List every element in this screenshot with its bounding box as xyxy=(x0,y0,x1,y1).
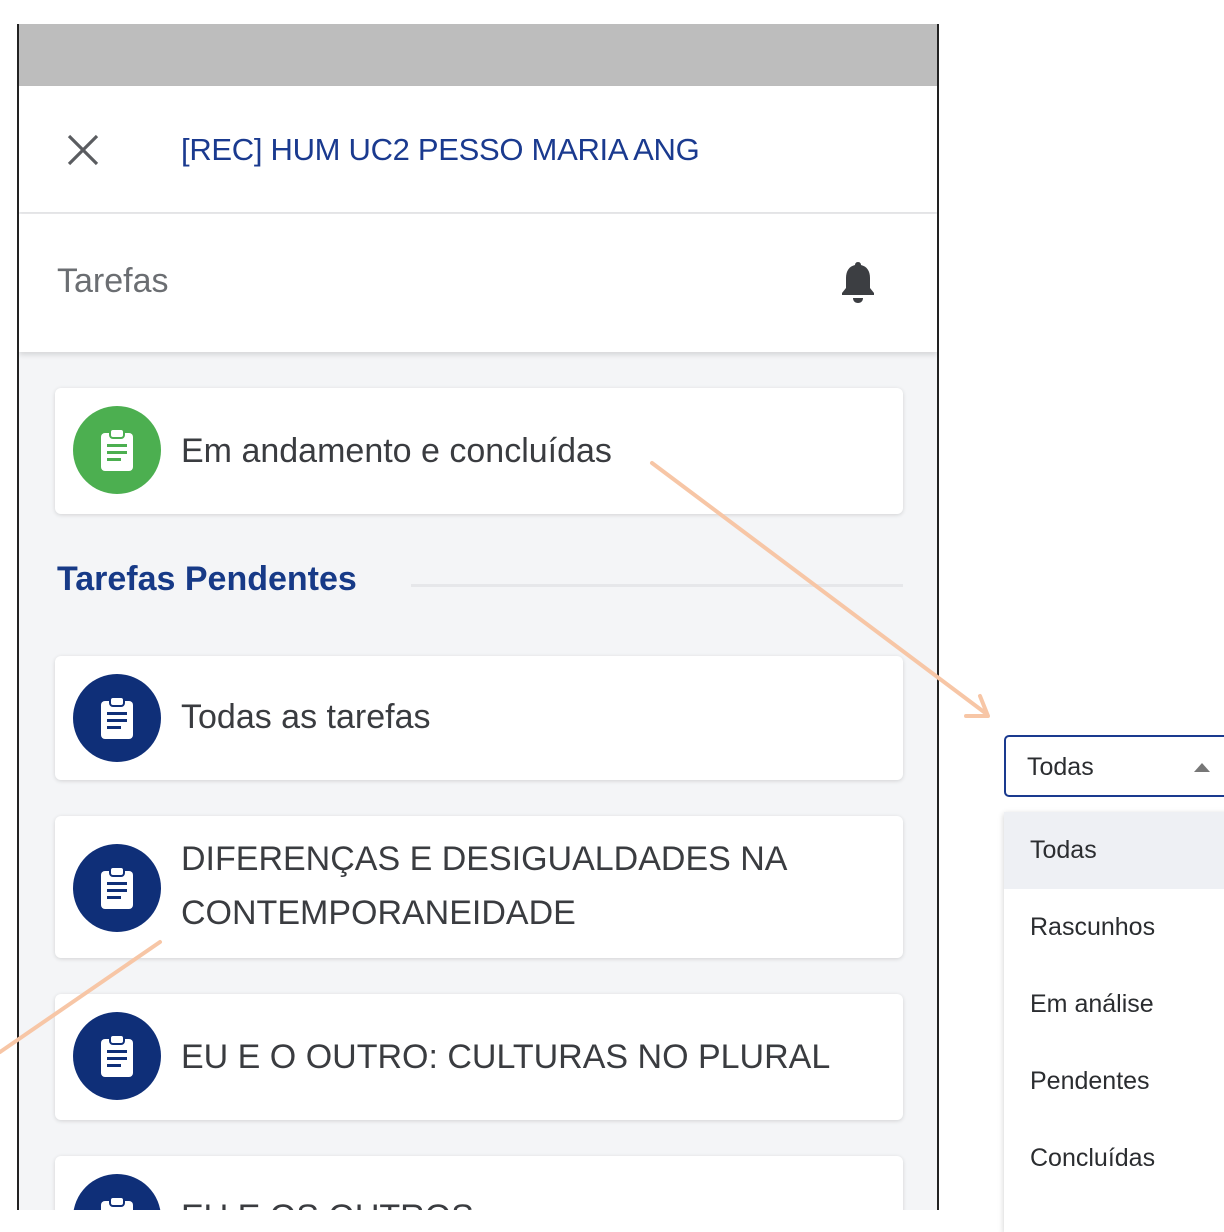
menu-item-label: Rascunhos xyxy=(1030,913,1156,941)
filter-menu: Todas Rascunhos Em análise Pendentes Con… xyxy=(1004,812,1224,1232)
menu-item-label: Em análise xyxy=(1030,990,1154,1018)
menu-item-todas[interactable]: Todas xyxy=(1004,812,1224,889)
menu-item-em-analise[interactable]: Em análise xyxy=(1004,966,1224,1043)
annotation-arrow-line xyxy=(650,461,986,714)
menu-item-label: Todas xyxy=(1030,836,1097,864)
menu-item-concluidas[interactable]: Concluídas xyxy=(1004,1120,1224,1197)
menu-item-label: Pendentes xyxy=(1030,1067,1150,1095)
caret-up-icon xyxy=(1190,761,1214,780)
menu-item-pendentes[interactable]: Pendentes xyxy=(1004,1043,1224,1120)
annotation-line-left xyxy=(0,940,162,1054)
menu-item-label: Concluídas xyxy=(1030,1144,1156,1172)
menu-item-rascunhos[interactable]: Rascunhos xyxy=(1004,889,1224,966)
filter-dropdown[interactable]: Todas xyxy=(1004,735,1224,797)
dropdown-value: Todas xyxy=(1027,753,1094,781)
